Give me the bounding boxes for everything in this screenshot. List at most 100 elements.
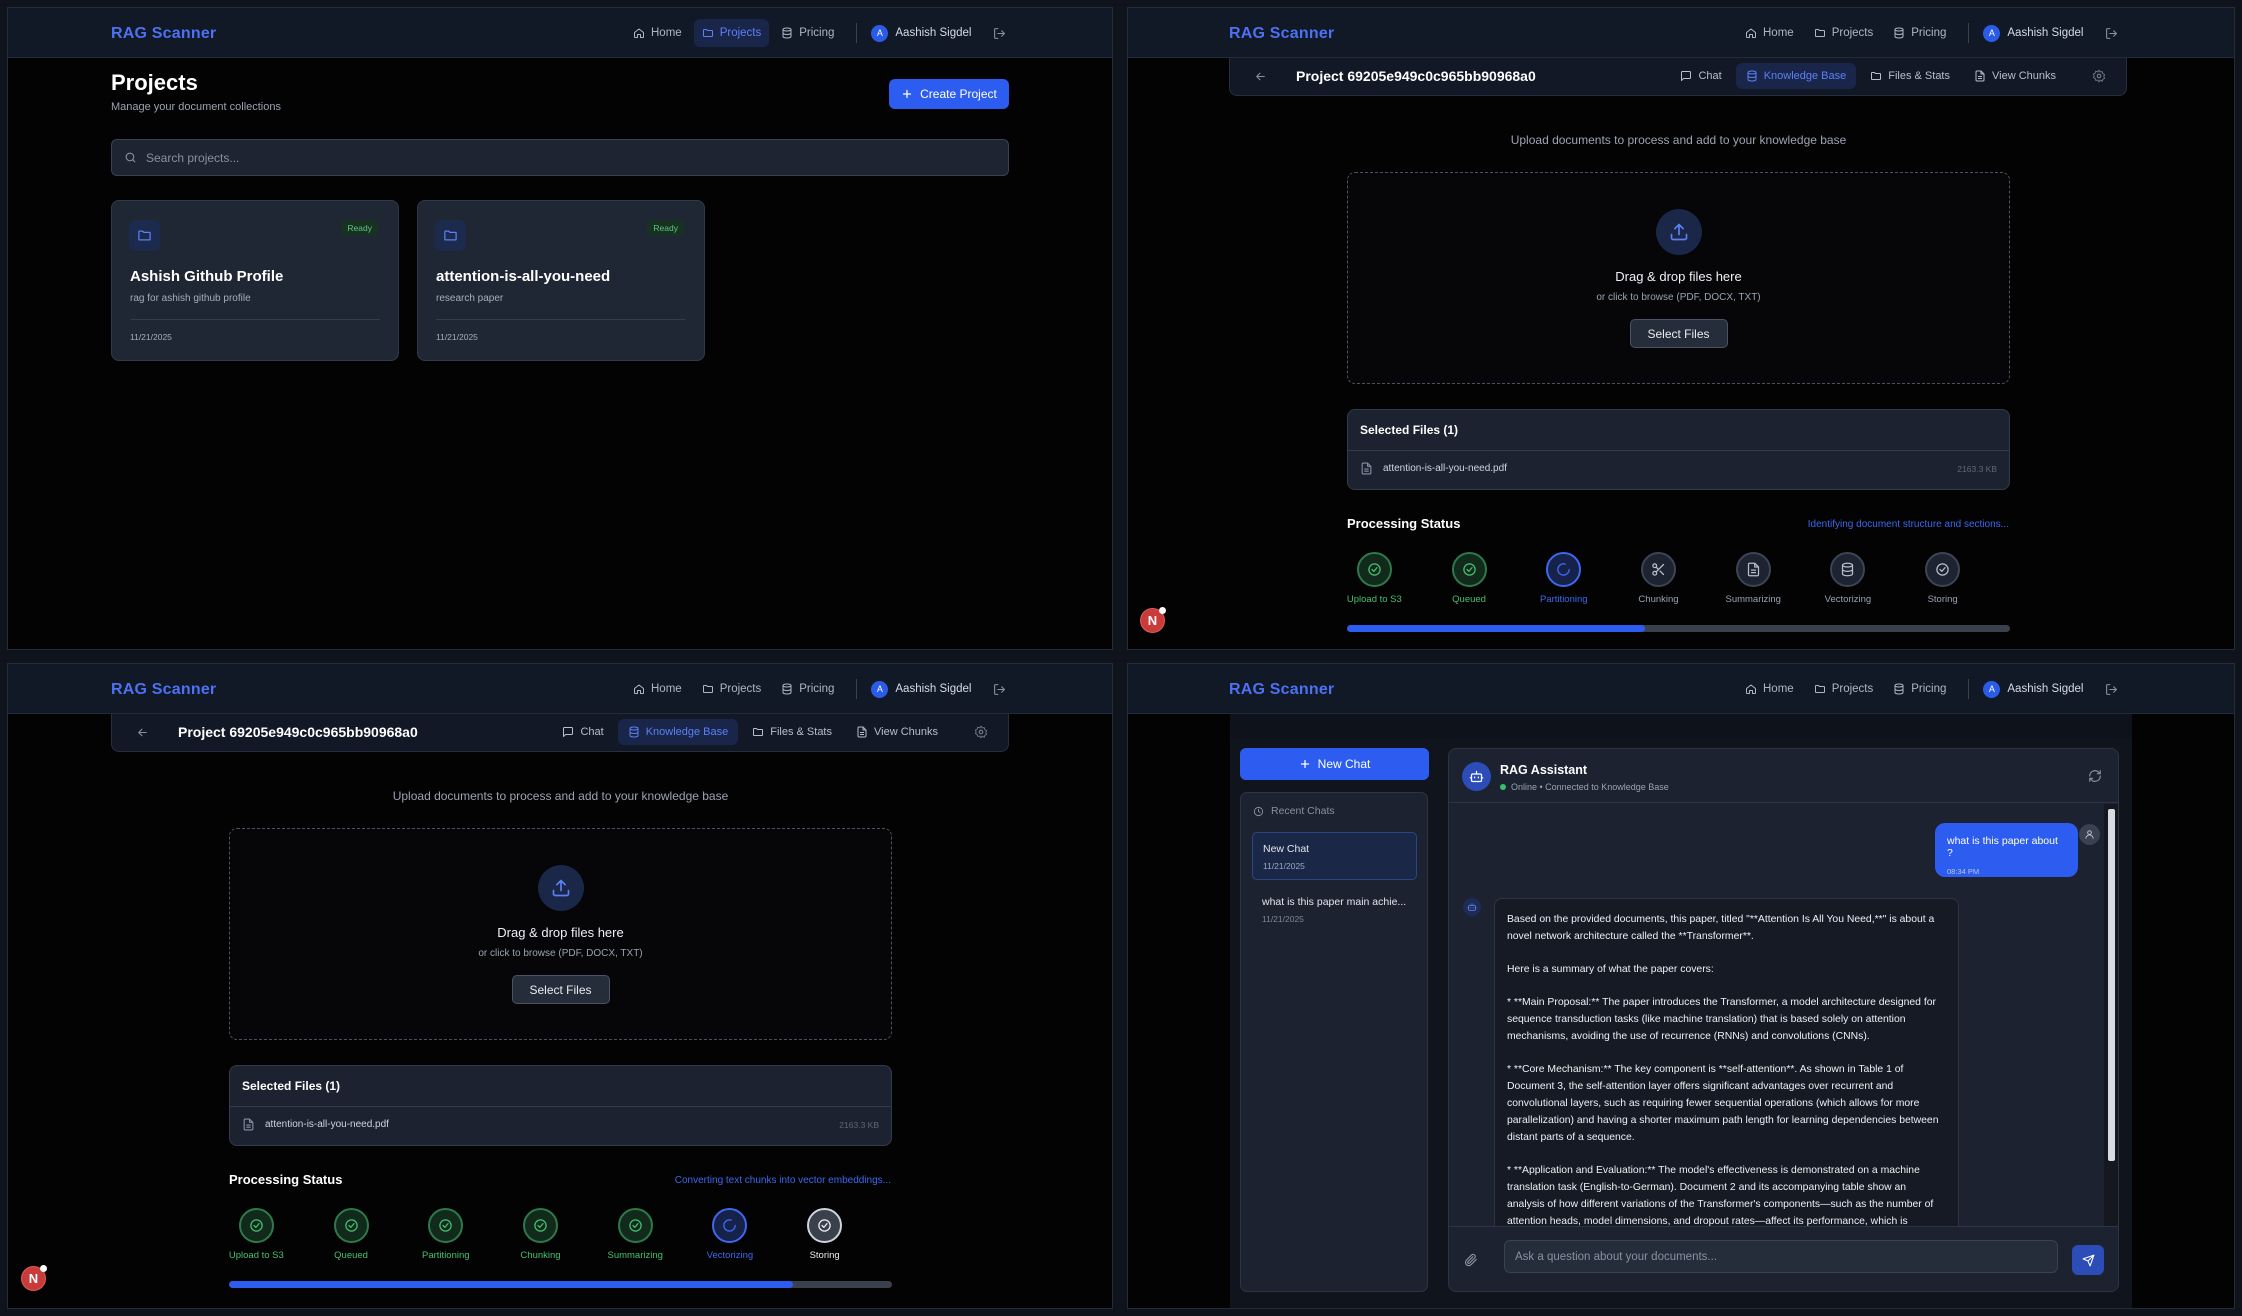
recent-chat-date: 11/21/2025 xyxy=(1262,914,1304,924)
recent-chat-item[interactable]: New Chat 11/21/2025 xyxy=(1252,832,1417,880)
step-status-icon xyxy=(617,1208,653,1243)
file-dropzone[interactable]: Drag & drop files here or click to brows… xyxy=(1347,172,2010,384)
project-title: Project 69205e949c0c965bb90968a0 xyxy=(178,724,418,740)
notification-bubble[interactable]: N xyxy=(21,1265,47,1291)
tab-files-stats[interactable]: Files & Stats xyxy=(742,719,842,745)
logout-icon[interactable] xyxy=(993,27,1006,40)
nav-pricing-label: Pricing xyxy=(799,683,835,695)
back-icon[interactable] xyxy=(136,726,149,739)
tab-view-chunks[interactable]: View Chunks xyxy=(1964,63,2066,89)
nav-pricing-label: Pricing xyxy=(799,27,835,39)
select-files-button[interactable]: Select Files xyxy=(511,975,610,1004)
step-label: Vectorizing xyxy=(1824,594,1872,605)
scrollbar-thumb[interactable] xyxy=(2108,809,2115,1161)
step-status-icon xyxy=(1546,552,1582,587)
step-status-icon xyxy=(1735,552,1771,587)
new-chat-button[interactable]: New Chat xyxy=(1240,748,1429,780)
tab-knowledge-base[interactable]: Knowledge Base xyxy=(617,719,739,745)
nav-pricing[interactable]: Pricing xyxy=(1885,675,1954,703)
database-icon xyxy=(1893,683,1905,695)
top-nav: RAG Scanner Home Projects Pricing A Aashi… xyxy=(8,664,1112,714)
processing-message: Identifying document structure and secti… xyxy=(1807,519,2009,530)
nav-pricing[interactable]: Pricing xyxy=(773,19,842,47)
user-menu[interactable]: A Aashish Sigdel xyxy=(1983,680,2084,698)
select-files-button[interactable]: Select Files xyxy=(1629,319,1728,348)
plus-icon xyxy=(1299,758,1311,770)
database-icon xyxy=(628,726,640,738)
user-name: Aashish Sigdel xyxy=(2007,27,2084,39)
project-card[interactable]: Ready Ashish Github Profile rag for ashi… xyxy=(111,200,399,361)
database-icon xyxy=(1893,27,1905,39)
home-icon xyxy=(1745,683,1757,695)
logout-icon[interactable] xyxy=(2105,683,2118,696)
assistant-status-text: Online • Connected to Knowledge Base xyxy=(1511,782,1669,792)
tab-view-chunks[interactable]: View Chunks xyxy=(846,719,948,745)
project-title: attention-is-all-you-need xyxy=(436,268,611,285)
recent-chat-item[interactable]: what is this paper main achie... 11/21/2… xyxy=(1252,886,1417,934)
nav-home-label: Home xyxy=(1763,27,1794,39)
progress-fill xyxy=(1347,625,1646,632)
nav-home-label: Home xyxy=(651,683,682,695)
user-menu[interactable]: A Aashish Sigdel xyxy=(871,680,971,698)
gear-icon[interactable] xyxy=(974,725,988,739)
nav-projects-label: Projects xyxy=(719,683,762,695)
chat-input[interactable]: Ask a question about your documents... xyxy=(1504,1240,2058,1273)
processing-title: Processing Status xyxy=(1347,516,1461,531)
dropzone-subtitle: or click to browse (PDF, DOCX, TXT) xyxy=(478,948,643,959)
step-status-icon xyxy=(1830,552,1866,587)
recent-chat-title: what is this paper main achie... xyxy=(1262,896,1407,908)
nav-pricing[interactable]: Pricing xyxy=(1885,19,1954,47)
nav-home[interactable]: Home xyxy=(625,675,690,703)
brand-logo[interactable]: RAG Scanner xyxy=(111,25,216,43)
nav-projects[interactable]: Projects xyxy=(693,19,770,47)
back-icon[interactable] xyxy=(1254,70,1267,83)
processing-steps: Upload to S3 Queued Partitioning Chunking Su… xyxy=(1347,552,2010,605)
nav-projects[interactable]: Projects xyxy=(1806,19,1882,47)
step-label: Partitioning xyxy=(422,1250,470,1261)
nav-divider xyxy=(856,679,858,699)
user-menu[interactable]: A Aashish Sigdel xyxy=(871,24,971,42)
assistant-paragraph: * **Main Proposal:** The paper introduce… xyxy=(1507,997,1936,1042)
logout-icon[interactable] xyxy=(2105,27,2118,40)
file-icon xyxy=(1974,70,1986,82)
create-project-button[interactable]: Create Project xyxy=(889,79,1009,109)
nav-home[interactable]: Home xyxy=(1737,675,1802,703)
project-card[interactable]: Ready attention-is-all-you-need research… xyxy=(417,200,705,361)
selected-files-panel: Selected Files (1) attention-is-all-you-… xyxy=(1347,409,2010,490)
search-input[interactable]: Search projects... xyxy=(111,139,1009,176)
brand-logo[interactable]: RAG Scanner xyxy=(111,681,216,699)
user-name: Aashish Sigdel xyxy=(2007,683,2084,695)
nav-home[interactable]: Home xyxy=(1737,19,1802,47)
projects-window: RAG Scanner Home Projects Pricing A Aashi… xyxy=(7,7,1113,650)
gear-icon[interactable] xyxy=(2092,69,2106,83)
nav-projects[interactable]: Projects xyxy=(694,675,770,703)
nav-pricing-label: Pricing xyxy=(1911,683,1947,695)
step-status-icon xyxy=(238,1208,274,1243)
paperclip-icon[interactable] xyxy=(1464,1253,1478,1267)
nav-home[interactable]: Home xyxy=(625,19,690,47)
tab-files-stats[interactable]: Files & Stats xyxy=(1860,63,1960,89)
notification-bubble[interactable]: N xyxy=(1140,607,1166,633)
plus-icon xyxy=(901,88,913,100)
send-button[interactable] xyxy=(2072,1245,2104,1275)
user-menu[interactable]: A Aashish Sigdel xyxy=(1983,24,2084,42)
file-name: attention-is-all-you-need.pdf xyxy=(265,1119,389,1130)
tab-chat[interactable]: Chat xyxy=(552,719,613,745)
top-nav: RAG Scanner Home Projects Pricing A Aashi… xyxy=(8,8,1112,58)
brand-logo[interactable]: RAG Scanner xyxy=(1229,25,1334,43)
scrollbar[interactable] xyxy=(2104,804,2118,1226)
card-divider xyxy=(130,319,380,320)
logout-icon[interactable] xyxy=(993,683,1006,696)
nav-pricing[interactable]: Pricing xyxy=(773,675,842,703)
step-status-icon xyxy=(1451,552,1487,587)
file-dropzone[interactable]: Drag & drop files here or click to brows… xyxy=(229,828,892,1040)
step-label: Chunking xyxy=(520,1250,561,1261)
selected-files-header: Selected Files (1) xyxy=(1360,423,1459,437)
tab-chat[interactable]: Chat xyxy=(1670,63,1731,89)
step-status-icon xyxy=(1356,552,1392,587)
tab-knowledge-base[interactable]: Knowledge Base xyxy=(1735,63,1857,89)
brand-logo[interactable]: RAG Scanner xyxy=(1229,681,1334,699)
knowledge-base-window-a: RAG Scanner Home Projects Pricing A Aashi… xyxy=(1127,7,2235,650)
nav-projects[interactable]: Projects xyxy=(1806,675,1882,703)
refresh-icon[interactable] xyxy=(2088,769,2102,783)
